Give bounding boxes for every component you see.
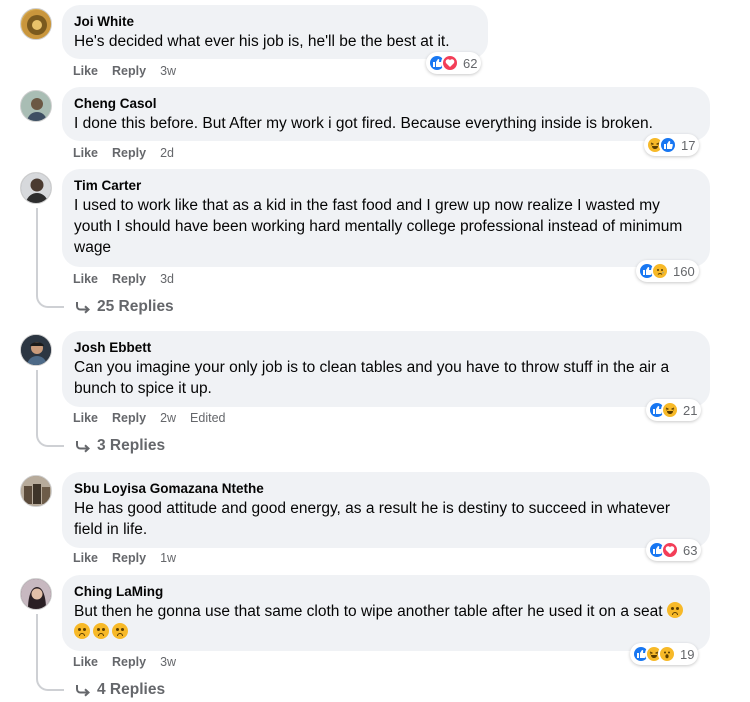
reply-button[interactable]: Reply — [112, 272, 146, 286]
comment-actions: Like Reply 3w — [73, 64, 176, 78]
reaction-summary[interactable]: 21 — [646, 399, 702, 421]
comment-bubble: Josh Ebbett Can you imagine your only jo… — [62, 331, 710, 407]
comment-actions: Like Reply 3d — [73, 272, 174, 286]
reply-arrow-icon — [76, 685, 90, 697]
timestamp[interactable]: 3w — [160, 64, 176, 78]
comment-author[interactable]: Sbu Loyisa Gomazana Ntethe — [74, 480, 698, 497]
like-button[interactable]: Like — [73, 411, 98, 425]
view-replies-link[interactable]: 3 Replies — [75, 437, 165, 455]
comment-actions: Like Reply 2d — [73, 146, 174, 160]
reply-button[interactable]: Reply — [112, 655, 146, 669]
thread-connector — [36, 292, 64, 308]
comment-bubble: Ching LaMing But then he gonna use that … — [62, 575, 710, 651]
reply-button[interactable]: Reply — [112, 146, 146, 160]
replies-label: 25 Replies — [97, 298, 174, 315]
timestamp[interactable]: 1w — [160, 551, 176, 565]
wow-reaction-icon — [658, 645, 676, 663]
comment-text-body: But then he gonna use that same cloth to… — [74, 603, 663, 620]
comment-author[interactable]: Ching LaMing — [74, 583, 698, 600]
replies-label: 4 Replies — [97, 681, 166, 698]
timestamp[interactable]: 2d — [160, 146, 174, 160]
reply-button[interactable]: Reply — [112, 551, 146, 565]
like-button[interactable]: Like — [73, 655, 98, 669]
reply-button[interactable]: Reply — [112, 64, 146, 78]
timestamp[interactable]: 3w — [160, 655, 176, 669]
comment-bubble: Joi White He's decided what ever his job… — [62, 5, 488, 59]
comment-text: I done this before. But After my work i … — [74, 115, 653, 132]
thread-line — [36, 208, 38, 294]
timestamp[interactable]: 3d — [160, 272, 174, 286]
avatar[interactable] — [20, 172, 52, 204]
comment-bubble: Tim Carter I used to work like that as a… — [62, 169, 710, 267]
reaction-count: 160 — [673, 263, 695, 279]
comment-author[interactable]: Joi White — [74, 13, 476, 30]
like-reaction-icon — [659, 136, 677, 154]
thread-line — [36, 370, 38, 434]
comment-text: He's decided what ever his job is, he'll… — [74, 33, 450, 50]
comment-author[interactable]: Tim Carter — [74, 177, 698, 194]
reaction-summary[interactable]: 160 — [636, 260, 699, 282]
reaction-count: 62 — [463, 55, 478, 71]
view-replies-link[interactable]: 4 Replies — [75, 681, 165, 699]
like-button[interactable]: Like — [73, 64, 98, 78]
edited-label: Edited — [190, 411, 226, 425]
avatar[interactable] — [20, 334, 52, 366]
reply-arrow-icon — [76, 302, 90, 314]
thread-connector — [36, 675, 64, 691]
comment-bubble: Sbu Loyisa Gomazana Ntethe He has good a… — [62, 472, 710, 548]
reaction-count: 21 — [683, 402, 698, 418]
view-replies-link[interactable]: 25 Replies — [75, 298, 174, 316]
love-reaction-icon — [661, 541, 679, 559]
replies-label: 3 Replies — [97, 437, 166, 454]
comment-author[interactable]: Josh Ebbett — [74, 339, 698, 356]
sad-face-icon — [112, 623, 128, 639]
comment-text: But then he gonna use that same cloth to… — [74, 601, 698, 643]
avatar[interactable] — [20, 578, 52, 610]
reply-button[interactable]: Reply — [112, 411, 146, 425]
haha-reaction-icon — [661, 401, 679, 419]
thread-connector — [36, 431, 64, 447]
like-button[interactable]: Like — [73, 146, 98, 160]
reaction-count: 17 — [681, 137, 696, 153]
sad-reaction-icon — [651, 262, 669, 280]
comment-text: I used to work like that as a kid in the… — [74, 197, 683, 256]
like-button[interactable]: Like — [73, 272, 98, 286]
reaction-summary[interactable]: 17 — [644, 134, 700, 156]
love-reaction-icon — [441, 54, 459, 72]
avatar[interactable] — [20, 8, 52, 40]
comment-text: He has good attitude and good energy, as… — [74, 500, 670, 538]
comment-actions: Like Reply 2w Edited — [73, 411, 226, 425]
comment-actions: Like Reply 1w — [73, 551, 176, 565]
comment-text: Can you imagine your only job is to clea… — [74, 359, 670, 397]
reaction-summary[interactable]: 62 — [426, 52, 482, 74]
comment-bubble: Cheng Casol I done this before. But Afte… — [62, 87, 710, 141]
sad-face-icon — [93, 623, 109, 639]
reaction-count: 63 — [683, 542, 698, 558]
reaction-count: 19 — [680, 646, 695, 662]
like-button[interactable]: Like — [73, 551, 98, 565]
sad-face-icon — [74, 623, 90, 639]
reply-arrow-icon — [76, 441, 90, 453]
thread-line — [36, 614, 38, 678]
reaction-summary[interactable]: 19 — [630, 643, 699, 665]
reaction-summary[interactable]: 63 — [646, 539, 702, 561]
avatar[interactable] — [20, 90, 52, 122]
comment-actions: Like Reply 3w — [73, 655, 176, 669]
timestamp[interactable]: 2w — [160, 411, 176, 425]
sad-face-icon — [666, 602, 683, 618]
comment-author[interactable]: Cheng Casol — [74, 95, 698, 112]
avatar[interactable] — [20, 475, 52, 507]
